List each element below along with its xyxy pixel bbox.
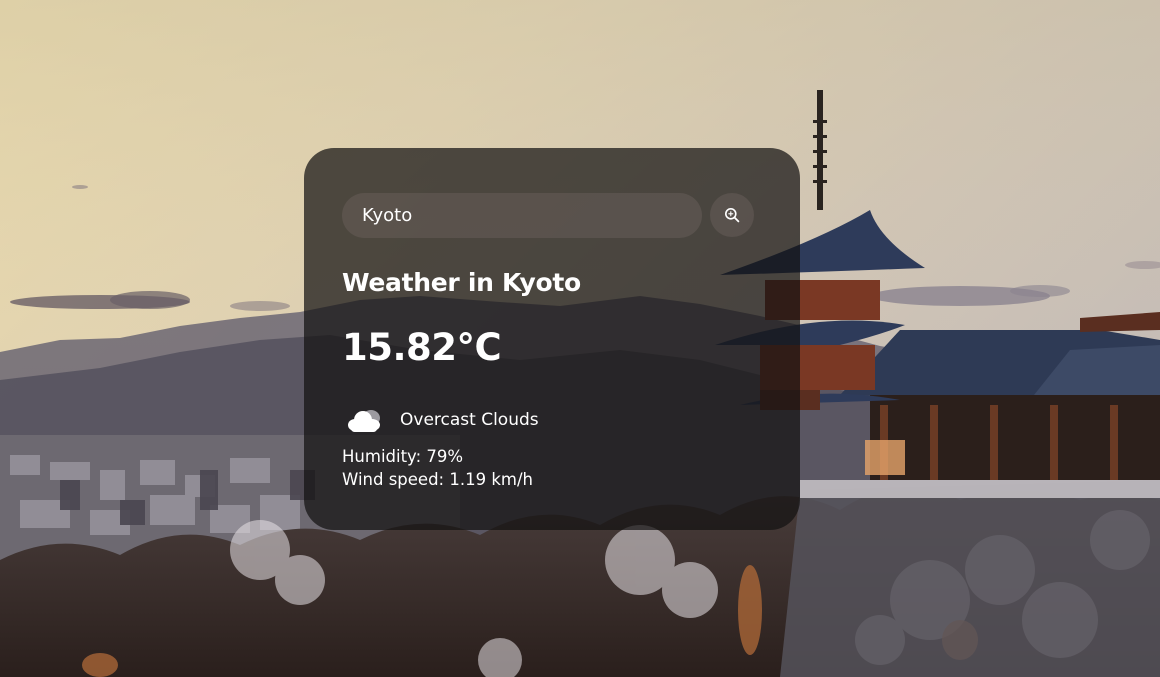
search-bar — [342, 193, 754, 238]
wind-speed: Wind speed: 1.19 km/h — [342, 470, 533, 489]
page: Weather in Kyoto 15.82°C Overcast Clouds… — [0, 0, 1160, 677]
weather-card: Weather in Kyoto 15.82°C Overcast Clouds… — [304, 148, 800, 530]
temperature: 15.82°C — [342, 326, 502, 369]
search-input[interactable] — [342, 193, 702, 238]
condition-row: Overcast Clouds — [346, 404, 539, 436]
search-icon — [724, 207, 740, 223]
search-button[interactable] — [710, 193, 754, 237]
humidity: Humidity: 79% — [342, 447, 464, 466]
overcast-clouds-icon — [346, 406, 384, 434]
condition-text: Overcast Clouds — [400, 410, 539, 430]
city-title: Weather in Kyoto — [342, 268, 581, 297]
